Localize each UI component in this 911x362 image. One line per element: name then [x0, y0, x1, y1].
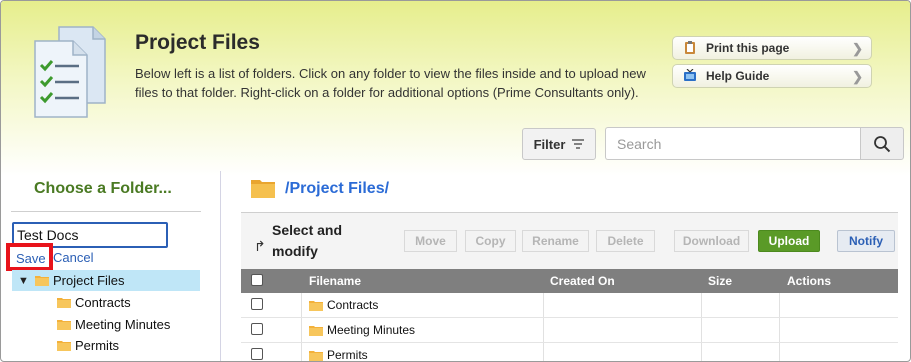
tree-item-label: Meeting Minutes: [75, 316, 171, 332]
filter-icon: [572, 139, 585, 149]
column-actions: Actions: [787, 274, 832, 288]
copy-button[interactable]: Copy: [465, 230, 516, 252]
rename-button[interactable]: Rename: [522, 230, 589, 252]
delete-button[interactable]: Delete: [596, 230, 655, 252]
page-description: Below left is a list of folders. Click o…: [135, 66, 646, 100]
row-checkbox[interactable]: [251, 323, 263, 335]
folder-icon: [57, 319, 71, 330]
caret-down-icon[interactable]: ▼: [18, 275, 32, 287]
upload-button[interactable]: Upload: [758, 230, 820, 252]
row-checkbox[interactable]: [251, 348, 263, 360]
search-input[interactable]: [605, 127, 861, 160]
print-page-button[interactable]: Print this page ❯: [672, 36, 872, 60]
table-row[interactable]: Contracts: [241, 293, 898, 318]
tree-item-meeting-minutes[interactable]: Meeting Minutes: [57, 315, 170, 333]
choose-folder-heading: Choose a Folder...: [34, 180, 172, 197]
page-title: Project Files: [135, 31, 260, 54]
filename-cell[interactable]: Contracts: [309, 298, 378, 312]
select-and-modify-label: Select and modify: [272, 222, 343, 259]
table-header: Filename Created On Size Actions: [241, 269, 898, 293]
table-row[interactable]: Permits: [241, 343, 898, 362]
column-size[interactable]: Size: [708, 274, 732, 288]
search-button[interactable]: [860, 127, 904, 160]
table-row[interactable]: Meeting Minutes: [241, 318, 898, 343]
divider: [11, 211, 201, 212]
folder-icon: [309, 300, 323, 311]
column-filename[interactable]: Filename: [309, 274, 361, 288]
folder-icon: [57, 297, 71, 308]
tree-item-permits[interactable]: Permits: [57, 336, 119, 354]
help-guide-label: Help Guide: [706, 69, 770, 83]
panel-divider: [220, 171, 221, 361]
tree-item-label: Contracts: [75, 294, 131, 310]
help-guide-button[interactable]: Help Guide ❯: [672, 64, 872, 88]
chevron-right-icon: ❯: [852, 41, 863, 56]
folder-icon: [309, 325, 323, 336]
cancel-link[interactable]: Cancel: [53, 250, 93, 265]
download-button[interactable]: Download: [674, 230, 749, 252]
print-page-label: Print this page: [706, 41, 790, 55]
filename-cell[interactable]: Permits: [309, 348, 368, 362]
page-header: Project Files Below left is a list of fo…: [1, 1, 910, 176]
folder-icon: [57, 340, 71, 351]
documents-checklist-icon: [34, 26, 106, 118]
tree-item-label: Project Files: [53, 273, 125, 288]
printer-icon: [683, 41, 697, 55]
chevron-right-icon: ❯: [852, 69, 863, 84]
filename-label: Meeting Minutes: [327, 323, 416, 337]
tree-item-project-files[interactable]: ▼ Project Files: [12, 270, 200, 291]
row-checkbox[interactable]: [251, 298, 263, 310]
tree-item-label: Permits: [75, 337, 120, 353]
notify-button[interactable]: Notify: [837, 230, 895, 252]
filename-label: Contracts: [327, 298, 379, 312]
app-window: Project Files Below left is a list of fo…: [0, 0, 911, 362]
save-link[interactable]: Save: [6, 243, 53, 271]
folder-icon: [35, 275, 49, 286]
filename-cell[interactable]: Meeting Minutes: [309, 323, 415, 337]
corner-arrow-icon: ↱: [254, 238, 266, 254]
select-all-checkbox[interactable]: [251, 274, 263, 286]
filename-label: Permits: [327, 348, 368, 362]
search-icon: [874, 135, 891, 152]
tv-help-icon: [683, 69, 697, 83]
folder-icon: [309, 350, 323, 361]
column-created-on[interactable]: Created On: [550, 274, 615, 288]
tree-item-contracts[interactable]: Contracts: [57, 293, 131, 311]
move-button[interactable]: Move: [404, 230, 457, 252]
breadcrumb-path[interactable]: /Project Files/: [285, 180, 389, 198]
folder-icon: [251, 179, 275, 198]
breadcrumb: /Project Files/: [251, 179, 389, 198]
filter-button[interactable]: Filter: [522, 128, 596, 160]
filter-label: Filter: [533, 136, 566, 152]
